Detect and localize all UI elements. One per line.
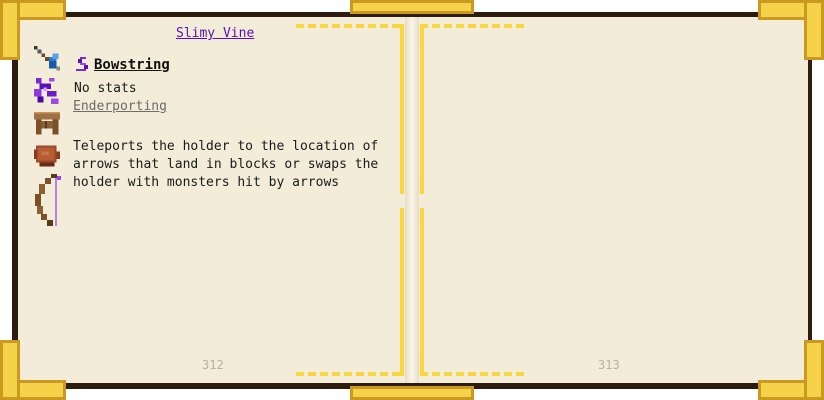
page-border — [400, 208, 404, 376]
corner-decoration — [804, 340, 824, 400]
stats-text: No stats — [74, 81, 137, 96]
bowstring-heading: Bowstring — [74, 57, 170, 73]
page-border — [400, 24, 404, 194]
item-icon-column — [30, 44, 68, 234]
spine-clasp-bottom — [350, 386, 474, 400]
corner-decoration — [0, 340, 20, 400]
bow-icon[interactable] — [30, 172, 64, 232]
page-border — [420, 372, 528, 376]
leather-icon[interactable] — [30, 140, 64, 170]
arrow-feather-icon[interactable] — [30, 44, 64, 74]
corner-decoration — [804, 0, 824, 60]
page-border — [296, 372, 404, 376]
enderporting-link[interactable]: Enderporting — [73, 99, 167, 114]
page-number-right: 313 — [598, 358, 620, 372]
string-icon — [76, 57, 88, 71]
page-border — [420, 24, 424, 194]
guide-book: Slimy Vine Bowstring No stats Enderporti… — [0, 0, 824, 400]
ender-vine-icon[interactable] — [30, 76, 64, 106]
spine-clasp-top — [350, 0, 474, 14]
crafting-table-icon[interactable] — [30, 108, 64, 138]
page-border — [420, 24, 528, 28]
heading-title[interactable]: Bowstring — [94, 57, 170, 73]
book-spine — [405, 17, 419, 383]
corner-decoration — [0, 0, 20, 60]
right-page — [414, 17, 808, 383]
page-border — [420, 208, 424, 376]
page-number-left: 312 — [202, 358, 224, 372]
slimy-vine-link[interactable]: Slimy Vine — [176, 26, 254, 41]
page-border — [296, 24, 404, 28]
item-description: Teleports the holder to the location of … — [73, 139, 379, 190]
